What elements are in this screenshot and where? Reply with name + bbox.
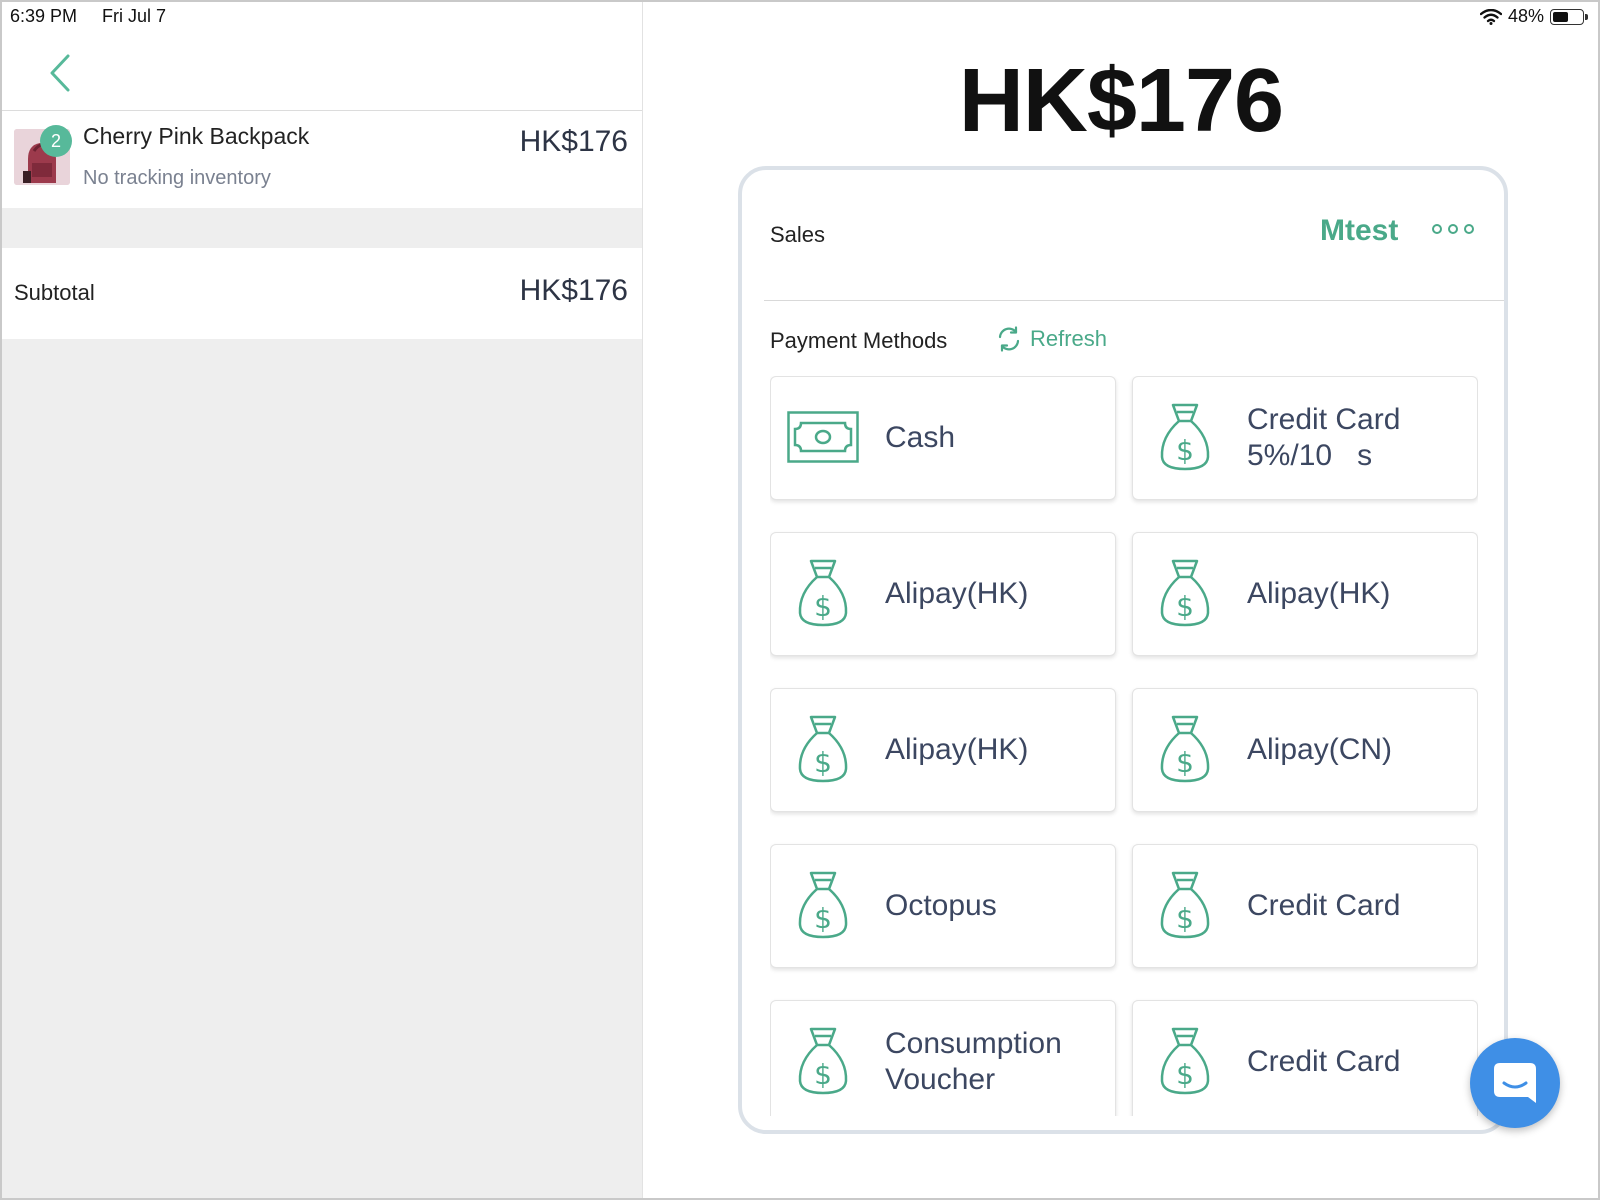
money-bag-icon: $ — [787, 867, 859, 943]
status-date: Fri Jul 7 — [102, 6, 167, 26]
payment-method-alipay-cn[interactable]: $ Alipay(CN) — [1132, 688, 1478, 812]
svg-text:$: $ — [1176, 902, 1194, 935]
method-label: Credit Card — [1247, 1045, 1401, 1078]
refresh-icon — [998, 326, 1020, 352]
divider — [764, 300, 1504, 301]
dot-icon — [1448, 224, 1458, 234]
svg-text:$: $ — [814, 902, 832, 935]
svg-text:$: $ — [1176, 746, 1194, 779]
chevron-left-icon — [50, 54, 70, 92]
payment-method-credit-card-5pct[interactable]: $ Credit Card 5%/10 s — [1132, 376, 1478, 500]
dot-icon — [1464, 224, 1474, 234]
payment-method-consumption-voucher[interactable]: $ Consumption Voucher — [770, 1000, 1116, 1116]
svg-text:$: $ — [814, 746, 832, 779]
cart-item-row[interactable]: 2 Cherry Pink Backpack No tracking inven… — [2, 111, 642, 208]
method-label: Cash — [885, 421, 956, 454]
money-bag-icon: $ — [1149, 555, 1221, 631]
app-window: 2 Cherry Pink Backpack No tracking inven… — [0, 0, 1600, 1200]
money-bag-icon: $ — [1149, 1023, 1221, 1099]
method-label: Credit Card — [1247, 889, 1401, 922]
chat-icon — [1494, 1063, 1536, 1103]
payment-method-alipay-hk-2[interactable]: $ Alipay(HK) — [1132, 532, 1478, 656]
method-label-line2: Voucher — [885, 1063, 996, 1096]
method-label: Alipay(CN) — [1247, 733, 1393, 766]
battery-icon — [1550, 8, 1588, 25]
payment-method-cash[interactable]: Cash — [770, 376, 1116, 500]
more-options-button[interactable] — [1432, 224, 1474, 234]
svg-text:$: $ — [1176, 1058, 1194, 1091]
order-total: HK$176 — [958, 51, 1284, 151]
refresh-button[interactable]: Refresh — [996, 326, 1107, 352]
svg-text:$: $ — [1176, 590, 1194, 623]
method-label: Alipay(HK) — [885, 733, 1029, 766]
back-button[interactable] — [46, 52, 76, 94]
money-bag-icon: $ — [1149, 711, 1221, 787]
payment-method-octopus[interactable]: $ Octopus — [770, 844, 1116, 968]
dot-icon — [1432, 224, 1442, 234]
battery-percent: 48% — [1507, 6, 1544, 26]
method-label: Octopus — [885, 889, 997, 922]
salesperson-name[interactable]: Mtest — [1320, 214, 1398, 248]
money-bag-icon: $ — [1149, 867, 1221, 943]
method-label: Consumption — [885, 1027, 1062, 1060]
payment-card: Sales Mtest Payment Methods Refresh Cash… — [738, 166, 1508, 1134]
item-price: HK$176 — [519, 125, 628, 158]
status-time: 6:39 PM — [10, 6, 78, 26]
cart-pane: 2 Cherry Pink Backpack No tracking inven… — [2, 2, 643, 1198]
cart-header — [2, 2, 642, 111]
quantity-badge: 2 — [40, 125, 72, 157]
item-subtitle: No tracking inventory — [83, 167, 271, 189]
subtotal-label: Subtotal — [14, 280, 95, 305]
payment-method-alipay-hk-3[interactable]: $ Alipay(HK) — [770, 688, 1116, 812]
payment-method-credit-card-2[interactable]: $ Credit Card — [1132, 1000, 1478, 1116]
payment-methods-label: Payment Methods — [770, 328, 948, 353]
status-indicators: 48% — [1479, 6, 1588, 27]
cash-icon — [787, 399, 859, 475]
method-label: Alipay(HK) — [885, 577, 1029, 610]
svg-text:$: $ — [814, 590, 832, 623]
refresh-label: Refresh — [1030, 326, 1108, 351]
money-bag-icon: $ — [787, 555, 859, 631]
svg-text:$: $ — [1176, 434, 1194, 467]
method-label-line2: 5%/10 s — [1247, 439, 1373, 472]
payment-method-credit-card[interactable]: $ Credit Card — [1132, 844, 1478, 968]
wifi-icon — [1479, 8, 1502, 25]
money-bag-icon: $ — [787, 1023, 859, 1099]
sales-label: Sales — [770, 222, 826, 247]
payment-method-grid: Cash $ Credit Card 5%/10 s $ Alipay(HK) — [770, 376, 1478, 1116]
svg-text:$: $ — [814, 1058, 832, 1091]
money-bag-icon: $ — [1149, 399, 1221, 475]
subtotal-value: HK$176 — [519, 274, 628, 307]
money-bag-icon: $ — [787, 711, 859, 787]
method-label: Alipay(HK) — [1247, 577, 1391, 610]
chat-button[interactable] — [1470, 1038, 1560, 1128]
subtotal-row: Subtotal HK$176 — [2, 248, 642, 339]
payment-method-alipay-hk[interactable]: $ Alipay(HK) — [770, 532, 1116, 656]
item-name: Cherry Pink Backpack — [83, 123, 310, 149]
method-label: Credit Card — [1247, 403, 1401, 436]
